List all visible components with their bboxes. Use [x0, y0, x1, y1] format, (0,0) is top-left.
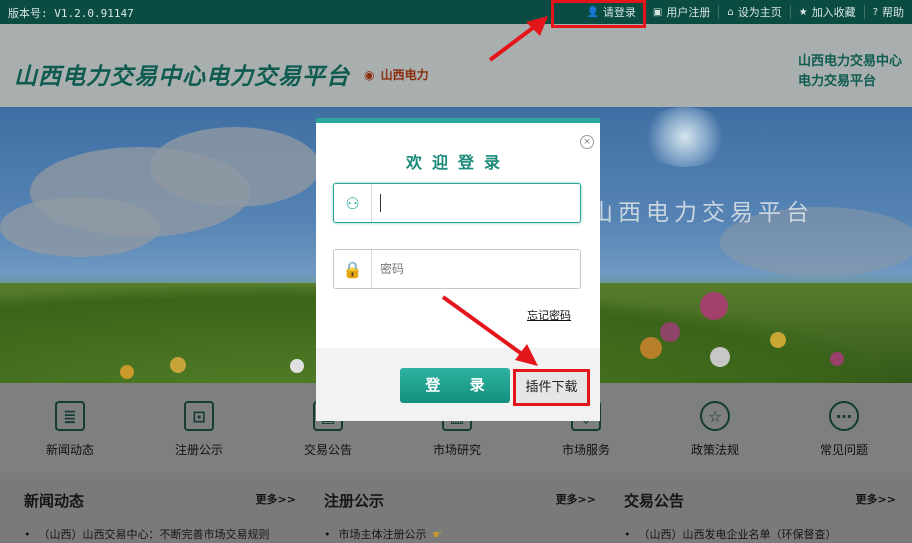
arrow-to-plugin-download — [441, 295, 538, 366]
annotation-arrows — [441, 16, 548, 366]
arrow-to-login-link — [488, 16, 548, 62]
